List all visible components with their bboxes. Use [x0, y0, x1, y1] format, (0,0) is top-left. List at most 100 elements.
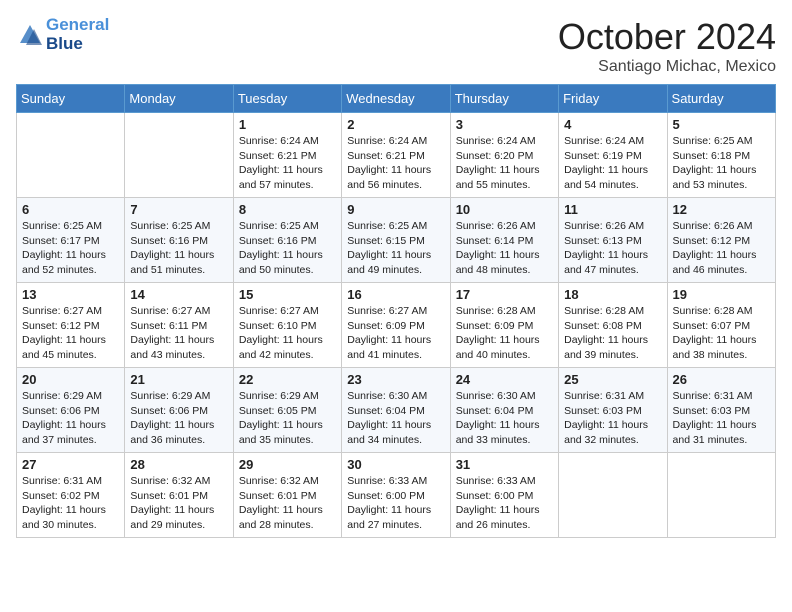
- day-info: Sunrise: 6:27 AM Sunset: 6:11 PM Dayligh…: [130, 304, 227, 363]
- calendar-cell: 25Sunrise: 6:31 AM Sunset: 6:03 PM Dayli…: [559, 368, 667, 453]
- day-number: 6: [22, 202, 119, 217]
- day-info: Sunrise: 6:30 AM Sunset: 6:04 PM Dayligh…: [456, 389, 553, 448]
- calendar-cell: 11 Sunrise: 6:26 AM Sunset: 6:13 PM Dayli…: [559, 198, 667, 283]
- week-row-5: 27Sunrise: 6:31 AM Sunset: 6:02 PM Dayli…: [17, 453, 776, 538]
- calendar-cell: 12 Sunrise: 6:26 AM Sunset: 6:12 PM Dayli…: [667, 198, 775, 283]
- calendar-cell: 20Sunrise: 6:29 AM Sunset: 6:06 PM Dayli…: [17, 368, 125, 453]
- day-info: Sunrise: 6:25 AM Sunset: 6:16 PM Dayligh…: [239, 219, 336, 278]
- day-info: Sunrise: 6:25 AM Sunset: 6:17 PM Dayligh…: [22, 219, 119, 278]
- calendar-cell: 8 Sunrise: 6:25 AM Sunset: 6:16 PM Daylig…: [233, 198, 341, 283]
- weekday-header-row: SundayMondayTuesdayWednesdayThursdayFrid…: [17, 85, 776, 113]
- day-info: Sunrise: 6:33 AM Sunset: 6:00 PM Dayligh…: [456, 474, 553, 533]
- day-number: 31: [456, 457, 553, 472]
- day-number: 2: [347, 117, 444, 132]
- day-info: Sunrise: 6:28 AM Sunset: 6:09 PM Dayligh…: [456, 304, 553, 363]
- day-number: 10: [456, 202, 553, 217]
- calendar-table: SundayMondayTuesdayWednesdayThursdayFrid…: [16, 84, 776, 538]
- calendar-cell: 16 Sunrise: 6:27 AM Sunset: 6:09 PM Dayli…: [342, 283, 450, 368]
- week-row-2: 6 Sunrise: 6:25 AM Sunset: 6:17 PM Daylig…: [17, 198, 776, 283]
- day-number: 29: [239, 457, 336, 472]
- day-info: Sunrise: 6:33 AM Sunset: 6:00 PM Dayligh…: [347, 474, 444, 533]
- calendar-cell: [667, 453, 775, 538]
- day-number: 18: [564, 287, 661, 302]
- calendar-cell: 26 Sunrise: 6:31 AM Sunset: 6:03 PM Dayli…: [667, 368, 775, 453]
- day-info: Sunrise: 6:26 AM Sunset: 6:13 PM Dayligh…: [564, 219, 661, 278]
- day-number: 27: [22, 457, 119, 472]
- day-number: 7: [130, 202, 227, 217]
- day-info: Sunrise: 6:24 AM Sunset: 6:21 PM Dayligh…: [239, 134, 336, 193]
- day-info: Sunrise: 6:31 AM Sunset: 6:03 PM Dayligh…: [673, 389, 770, 448]
- calendar-cell: 19 Sunrise: 6:28 AM Sunset: 6:07 PM Dayli…: [667, 283, 775, 368]
- title-block: October 2024 Santiago Michac, Mexico: [558, 16, 776, 76]
- weekday-saturday: Saturday: [667, 85, 775, 113]
- week-row-4: 20Sunrise: 6:29 AM Sunset: 6:06 PM Dayli…: [17, 368, 776, 453]
- weekday-monday: Monday: [125, 85, 233, 113]
- day-number: 8: [239, 202, 336, 217]
- day-info: Sunrise: 6:27 AM Sunset: 6:12 PM Dayligh…: [22, 304, 119, 363]
- day-info: Sunrise: 6:28 AM Sunset: 6:08 PM Dayligh…: [564, 304, 661, 363]
- day-number: 24: [456, 372, 553, 387]
- day-info: Sunrise: 6:29 AM Sunset: 6:06 PM Dayligh…: [130, 389, 227, 448]
- day-info: Sunrise: 6:25 AM Sunset: 6:15 PM Dayligh…: [347, 219, 444, 278]
- day-info: Sunrise: 6:27 AM Sunset: 6:09 PM Dayligh…: [347, 304, 444, 363]
- day-number: 30: [347, 457, 444, 472]
- calendar-cell: 5 Sunrise: 6:25 AM Sunset: 6:18 PM Daylig…: [667, 113, 775, 198]
- day-number: 16: [347, 287, 444, 302]
- day-number: 3: [456, 117, 553, 132]
- day-info: Sunrise: 6:27 AM Sunset: 6:10 PM Dayligh…: [239, 304, 336, 363]
- calendar-cell: 1Sunrise: 6:24 AM Sunset: 6:21 PM Daylig…: [233, 113, 341, 198]
- day-number: 14: [130, 287, 227, 302]
- calendar-cell: 29Sunrise: 6:32 AM Sunset: 6:01 PM Dayli…: [233, 453, 341, 538]
- calendar-cell: 6 Sunrise: 6:25 AM Sunset: 6:17 PM Daylig…: [17, 198, 125, 283]
- calendar-cell: 9 Sunrise: 6:25 AM Sunset: 6:15 PM Daylig…: [342, 198, 450, 283]
- calendar-cell: 24 Sunrise: 6:30 AM Sunset: 6:04 PM Dayli…: [450, 368, 558, 453]
- calendar-cell: 23 Sunrise: 6:30 AM Sunset: 6:04 PM Dayli…: [342, 368, 450, 453]
- day-info: Sunrise: 6:29 AM Sunset: 6:05 PM Dayligh…: [239, 389, 336, 448]
- day-info: Sunrise: 6:24 AM Sunset: 6:21 PM Dayligh…: [347, 134, 444, 193]
- weekday-thursday: Thursday: [450, 85, 558, 113]
- day-info: Sunrise: 6:26 AM Sunset: 6:14 PM Dayligh…: [456, 219, 553, 278]
- day-number: 12: [673, 202, 770, 217]
- month-title: October 2024: [558, 16, 776, 58]
- day-info: Sunrise: 6:25 AM Sunset: 6:18 PM Dayligh…: [673, 134, 770, 193]
- day-number: 11: [564, 202, 661, 217]
- weekday-tuesday: Tuesday: [233, 85, 341, 113]
- day-number: 15: [239, 287, 336, 302]
- day-number: 21: [130, 372, 227, 387]
- calendar-cell: 7Sunrise: 6:25 AM Sunset: 6:16 PM Daylig…: [125, 198, 233, 283]
- calendar-cell: 18 Sunrise: 6:28 AM Sunset: 6:08 PM Dayli…: [559, 283, 667, 368]
- calendar-cell: 15 Sunrise: 6:27 AM Sunset: 6:10 PM Dayli…: [233, 283, 341, 368]
- day-number: 5: [673, 117, 770, 132]
- day-number: 28: [130, 457, 227, 472]
- calendar-cell: 2 Sunrise: 6:24 AM Sunset: 6:21 PM Daylig…: [342, 113, 450, 198]
- location-title: Santiago Michac, Mexico: [558, 58, 776, 76]
- day-info: Sunrise: 6:30 AM Sunset: 6:04 PM Dayligh…: [347, 389, 444, 448]
- weekday-sunday: Sunday: [17, 85, 125, 113]
- calendar-cell: [125, 113, 233, 198]
- day-number: 13: [22, 287, 119, 302]
- day-info: Sunrise: 6:28 AM Sunset: 6:07 PM Dayligh…: [673, 304, 770, 363]
- day-info: Sunrise: 6:24 AM Sunset: 6:19 PM Dayligh…: [564, 134, 661, 193]
- day-number: 9: [347, 202, 444, 217]
- page-header: General Blue October 2024 Santiago Micha…: [16, 16, 776, 76]
- day-number: 4: [564, 117, 661, 132]
- logo-icon: [16, 21, 44, 49]
- day-info: Sunrise: 6:26 AM Sunset: 6:12 PM Dayligh…: [673, 219, 770, 278]
- weekday-wednesday: Wednesday: [342, 85, 450, 113]
- calendar-cell: [559, 453, 667, 538]
- calendar-cell: 13 Sunrise: 6:27 AM Sunset: 6:12 PM Dayli…: [17, 283, 125, 368]
- day-number: 19: [673, 287, 770, 302]
- calendar-cell: 3Sunrise: 6:24 AM Sunset: 6:20 PM Daylig…: [450, 113, 558, 198]
- calendar-cell: 27Sunrise: 6:31 AM Sunset: 6:02 PM Dayli…: [17, 453, 125, 538]
- day-number: 26: [673, 372, 770, 387]
- calendar-cell: 4 Sunrise: 6:24 AM Sunset: 6:19 PM Daylig…: [559, 113, 667, 198]
- calendar-cell: 30 Sunrise: 6:33 AM Sunset: 6:00 PM Dayli…: [342, 453, 450, 538]
- logo-general: General: [46, 15, 109, 34]
- day-number: 25: [564, 372, 661, 387]
- logo: General Blue: [16, 16, 109, 53]
- calendar-cell: 28Sunrise: 6:32 AM Sunset: 6:01 PM Dayli…: [125, 453, 233, 538]
- day-number: 23: [347, 372, 444, 387]
- calendar-cell: 21 Sunrise: 6:29 AM Sunset: 6:06 PM Dayli…: [125, 368, 233, 453]
- day-info: Sunrise: 6:29 AM Sunset: 6:06 PM Dayligh…: [22, 389, 119, 448]
- day-number: 17: [456, 287, 553, 302]
